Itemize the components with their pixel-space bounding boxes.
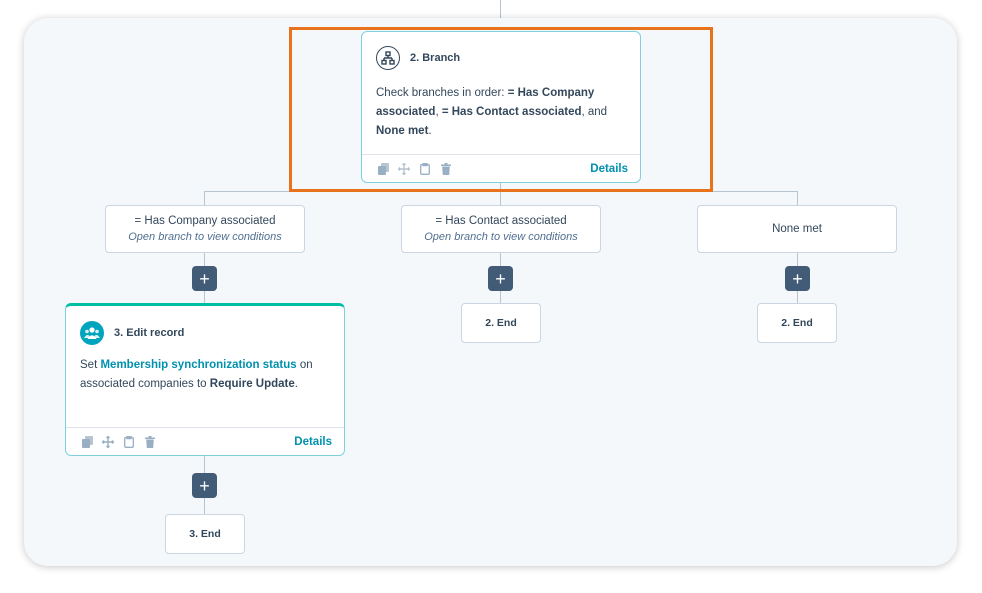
move-icon[interactable] (101, 435, 115, 449)
people-icon (80, 321, 104, 345)
branch-company-name: = Has Company associated (134, 215, 276, 227)
branch-card-title: 2. Branch (410, 52, 461, 64)
branch-desc-contact: = Has Contact associated (441, 106, 582, 118)
branch-action-card[interactable]: 2. Branch Check branches in order: = Has… (361, 31, 641, 183)
trash-icon[interactable] (439, 162, 453, 176)
branch-contact-subtitle: Open branch to view conditions (424, 231, 578, 243)
trash-icon[interactable] (143, 435, 157, 449)
edit-record-details-link[interactable]: Details (294, 436, 332, 448)
branch-desc-suffix: . (428, 125, 432, 137)
branch-details-link[interactable]: Details (590, 163, 628, 175)
clipboard-icon[interactable] (122, 435, 136, 449)
branch-card-header: 2. Branch (376, 46, 460, 70)
branch-desc-sep-2: , and (581, 106, 608, 118)
add-action-button-branch-2[interactable]: + (488, 266, 513, 291)
clipboard-icon[interactable] (418, 162, 432, 176)
edit-record-action-card[interactable]: 3. Edit record Set Membership synchroniz… (65, 303, 345, 456)
add-action-button-after-record[interactable]: + (192, 473, 217, 498)
edit-record-card-title: 3. Edit record (114, 327, 185, 339)
branch-card-description: Check branches in order: = Has Company a… (376, 84, 626, 141)
branch-none-met-name: None met (772, 223, 822, 235)
edit-record-desc-3: . (294, 378, 298, 390)
edit-record-desc-1: Set (80, 359, 101, 371)
branch-icon (376, 46, 400, 70)
branch-desc-none-met: None met (376, 125, 429, 137)
copy-icon[interactable] (376, 162, 390, 176)
branch-label-company[interactable]: = Has Company associated Open branch to … (105, 205, 305, 253)
add-action-button-branch-3[interactable]: + (785, 266, 810, 291)
copy-icon[interactable] (80, 435, 94, 449)
move-icon[interactable] (397, 162, 411, 176)
branch-label-none-met[interactable]: None met (697, 205, 897, 253)
edit-record-card-toolbar: Details (66, 427, 344, 455)
connector-branch-1 (204, 191, 205, 205)
edit-record-property-link[interactable]: Membership synchronization status (100, 359, 296, 371)
end-node-branch-2[interactable]: 2. End (461, 303, 541, 343)
add-action-button-branch-1[interactable]: + (192, 266, 217, 291)
workflow-canvas: 2. Branch Check branches in order: = Has… (24, 18, 957, 566)
edit-record-card-header: 3. Edit record (80, 321, 184, 345)
edit-record-value: Require Update (209, 378, 295, 390)
branch-card-toolbar: Details (362, 154, 640, 182)
branch-desc-prefix: Check branches in order: (376, 87, 508, 99)
connector-branch-3 (797, 191, 798, 205)
branch-contact-name: = Has Contact associated (435, 215, 567, 227)
branch-company-subtitle: Open branch to view conditions (128, 231, 282, 243)
connector-branch-2 (500, 191, 501, 205)
end-node-branch-1[interactable]: 3. End (165, 514, 245, 554)
end-node-branch-3[interactable]: 2. End (757, 303, 837, 343)
branch-label-contact[interactable]: = Has Contact associated Open branch to … (401, 205, 601, 253)
edit-record-card-description: Set Membership synchronization status on… (80, 356, 330, 394)
